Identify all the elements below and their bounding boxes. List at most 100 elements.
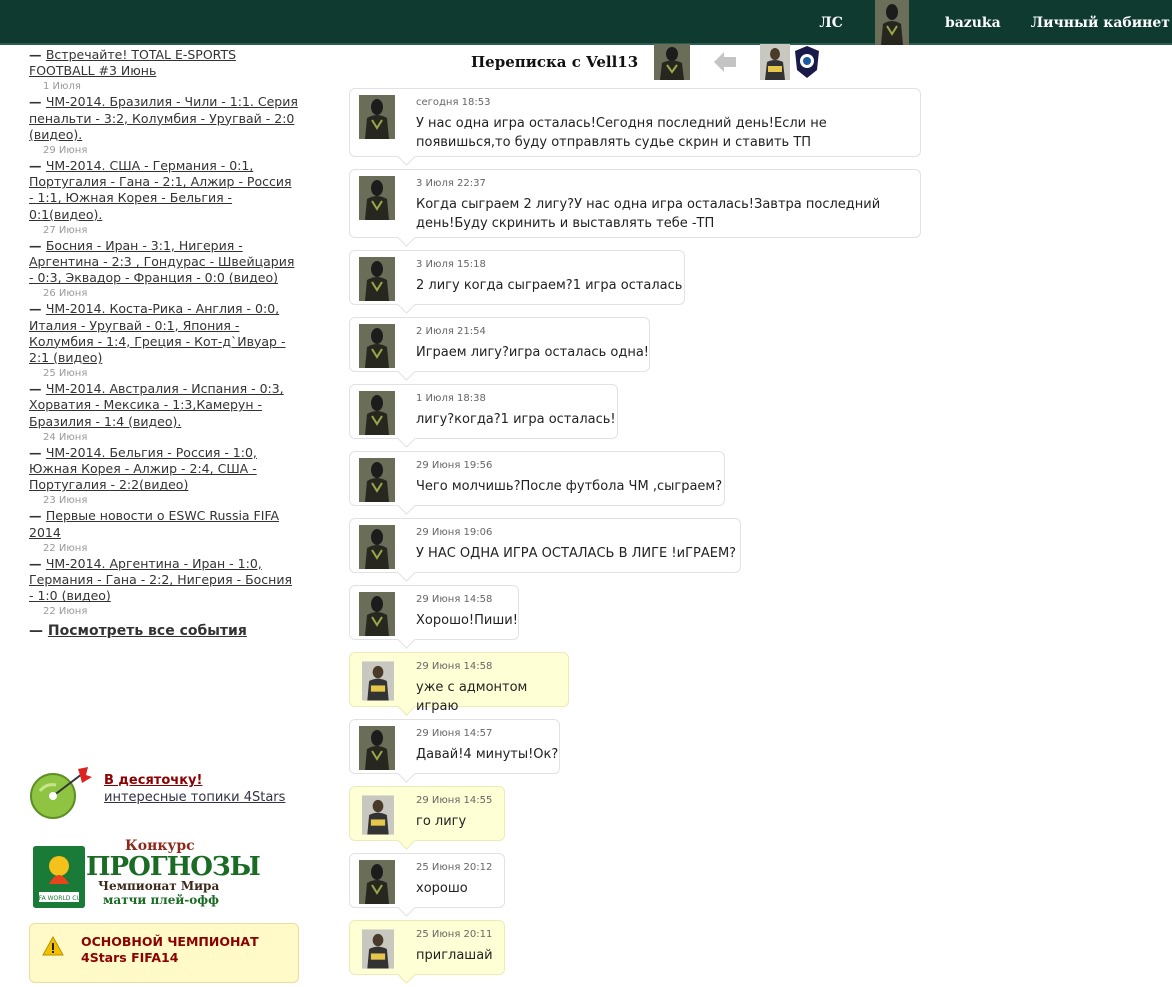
arrow-left-icon — [714, 52, 737, 72]
my-message: 29 Июня 14:58 уже с адмонтом играю — [349, 652, 569, 716]
message-text: хорошо — [416, 879, 468, 898]
event-date: 29 Июня — [43, 145, 88, 157]
promo-subtitle[interactable]: интересные топики 4Stars — [104, 790, 285, 805]
message-line: 2 лигу когда сыграем?1 игра осталась — [416, 278, 683, 293]
event-item: — Первые новости о ESWC Russia FIFA 2014… — [29, 508, 299, 555]
alert-line2: 4Stars FIFA14 — [81, 950, 179, 965]
partner-avatar[interactable] — [359, 592, 395, 636]
message-time: 29 Июня 14:58 — [416, 594, 493, 605]
event-bullet: — — [29, 301, 46, 317]
event-link[interactable]: ЧМ-2014. Австралия - Испания - 0:3, Хорв… — [29, 381, 284, 428]
message-line: хорошо — [416, 881, 468, 896]
bubble-tail — [397, 295, 416, 314]
partner-message: 3 Июля 22:37 Когда сыграем 2 лигу?У нас о… — [349, 169, 921, 247]
message-text: У нас одна игра осталась!Сегодня последн… — [416, 114, 827, 152]
partner-avatar[interactable] — [359, 860, 395, 904]
message-line: У НАС ОДНА ИГРА ОСТАЛАСЬ В ЛИГЕ !иГРАЕМ? — [416, 546, 737, 561]
message-time: 29 Июня 14:58 — [416, 661, 493, 672]
message-time: 1 Июля 18:38 — [416, 393, 486, 404]
promo-title[interactable]: В десяточку! — [104, 773, 202, 788]
bubble-tail — [397, 429, 416, 448]
event-date: 26 Июня — [43, 288, 88, 300]
event-item: — ЧМ-2014. Бразилия - Чили - 1:1. Серия … — [29, 94, 299, 158]
event-link[interactable]: ЧМ-2014. Аргентина - Иран - 1:0, Германи… — [29, 556, 292, 603]
bubble-tail — [397, 898, 416, 917]
partner-avatar[interactable] — [359, 458, 395, 502]
partner-message: 29 Июня 14:57 Давай!4 минуты!Ок? — [349, 719, 560, 783]
message-time: 25 Июня 20:12 — [416, 862, 493, 873]
partner-avatar[interactable] — [654, 44, 691, 80]
partner-message: 29 Июня 19:06 У НАС ОДНА ИГРА ОСТАЛАСЬ В … — [349, 518, 741, 582]
bubble-tail — [397, 831, 416, 850]
championship-alert[interactable]: ОСНОВНОЙ ЧЕМПИОНАТ 4Stars FIFA14 — [29, 923, 299, 983]
event-item: — ЧМ-2014. Австралия - Испания - 0:3, Хо… — [29, 381, 299, 445]
contest-subtitle: Чемпионат Мира — [98, 879, 220, 893]
bubble-tail — [397, 630, 416, 649]
event-date: 24 Июня — [43, 431, 88, 443]
my-message: 29 Июня 14:55 го лигу — [349, 786, 505, 850]
event-link[interactable]: Босния - Иран - 3:1, Нигерия - Аргентина… — [29, 238, 294, 285]
partner-message: 1 Июля 18:38 лигу?когда?1 игра осталась! — [349, 384, 618, 448]
message-time: сегодня 18:53 — [416, 97, 491, 108]
event-item: — ЧМ-2014. США - Германия - 0:1, Португа… — [29, 158, 299, 238]
message-time: 3 Июля 22:37 — [416, 178, 486, 189]
event-item: — ЧМ-2014. Коста-Рика - Англия - 0:0, Ит… — [29, 301, 299, 381]
event-link[interactable]: ЧМ-2014. Коста-Рика - Англия - 0:0, Итал… — [29, 301, 285, 365]
my-avatar[interactable] — [362, 927, 394, 971]
event-bullet: — — [29, 237, 46, 253]
partner-message: сегодня 18:53 У нас одна игра осталась!Се… — [349, 88, 921, 166]
message-text: Чего молчишь?После футбола ЧМ ,сыграем? — [416, 477, 722, 496]
partner-message: 29 Июня 19:56 Чего молчишь?После футбола … — [349, 451, 725, 515]
message-line: появишься,то буду отправлять судье скрин… — [416, 135, 812, 150]
partner-avatar[interactable] — [359, 257, 395, 301]
event-item: — ЧМ-2014. Аргентина - Иран - 1:0, Герма… — [29, 556, 299, 620]
event-link[interactable]: ЧМ-2014. Бельгия - Россия - 1:0, Южная К… — [29, 445, 257, 492]
event-date: 25 Июня — [43, 368, 88, 380]
event-bullet: — — [29, 158, 46, 174]
bubble-tail — [397, 147, 416, 166]
bubble-tail — [397, 496, 416, 515]
user-avatar[interactable] — [874, 0, 909, 45]
partner-avatar[interactable] — [359, 324, 395, 368]
conversation-title: Переписка с Vell13 — [471, 53, 639, 71]
partner-message: 29 Июня 14:58 Хорошо!Пиши! — [349, 585, 519, 649]
partner-avatar[interactable] — [359, 391, 395, 435]
event-link[interactable]: Встречайте! TOTAL E-SPORTS FOOTBALL #3 И… — [29, 47, 236, 78]
promo-top10[interactable]: В десяточку! интересные топики 4Stars — [29, 765, 299, 820]
partner-avatar[interactable] — [359, 525, 395, 569]
event-item: — ЧМ-2014. Бельгия - Россия - 1:0, Южная… — [29, 445, 299, 509]
see-all-events: — Посмотреть все события — [29, 623, 299, 639]
message-time: 3 Июля 15:18 — [416, 259, 486, 270]
conversation-header: Переписка с Vell13 — [471, 43, 822, 81]
event-bullet: — — [29, 444, 46, 460]
message-list: сегодня 18:53 У нас одна игра осталась!Се… — [349, 88, 921, 987]
message-line: Когда сыграем 2 лигу?У нас одна игра ост… — [416, 197, 881, 212]
my-avatar[interactable] — [362, 659, 394, 703]
message-line: Давай!4 минуты!Ок? — [416, 747, 559, 762]
event-bullet: — — [29, 381, 46, 397]
message-text: Играем лигу?игра осталась одна! — [416, 343, 649, 362]
messages-link[interactable]: ЛС — [819, 15, 843, 31]
event-bullet: — — [29, 94, 46, 110]
message-time: 29 Июня 19:56 — [416, 460, 493, 471]
see-all-link[interactable]: Посмотреть все события — [48, 623, 247, 639]
message-text: приглашай — [416, 946, 493, 965]
top-nav: ЛС bazuka Личный кабинет — [819, 0, 1172, 45]
message-text: уже с адмонтом играю — [416, 678, 568, 716]
cabinet-link[interactable]: Личный кабинет — [1031, 15, 1170, 31]
partner-avatar[interactable] — [359, 176, 395, 220]
event-link[interactable]: ЧМ-2014. США - Германия - 0:1, Португали… — [29, 158, 292, 222]
username-link[interactable]: bazuka — [945, 15, 1001, 31]
message-line: Хорошо!Пиши! — [416, 613, 518, 628]
message-text: Когда сыграем 2 лигу?У нас одна игра ост… — [416, 195, 880, 233]
partner-avatar[interactable] — [359, 95, 395, 139]
message-text: Давай!4 минуты!Ок? — [416, 745, 558, 764]
contest-banner[interactable]: FIFA WORLD CUP Конкурс ПРОГНОЗЫ Чемпиона… — [33, 838, 263, 910]
my-avatar[interactable] — [760, 44, 791, 80]
event-bullet: — — [29, 555, 46, 571]
event-link[interactable]: Первые новости о ESWC Russia FIFA 2014 — [29, 508, 279, 539]
partner-avatar[interactable] — [359, 726, 395, 770]
my-avatar[interactable] — [362, 793, 394, 837]
event-link[interactable]: ЧМ-2014. Бразилия - Чили - 1:1. Серия пе… — [29, 94, 298, 141]
bubble-tail — [397, 764, 416, 783]
